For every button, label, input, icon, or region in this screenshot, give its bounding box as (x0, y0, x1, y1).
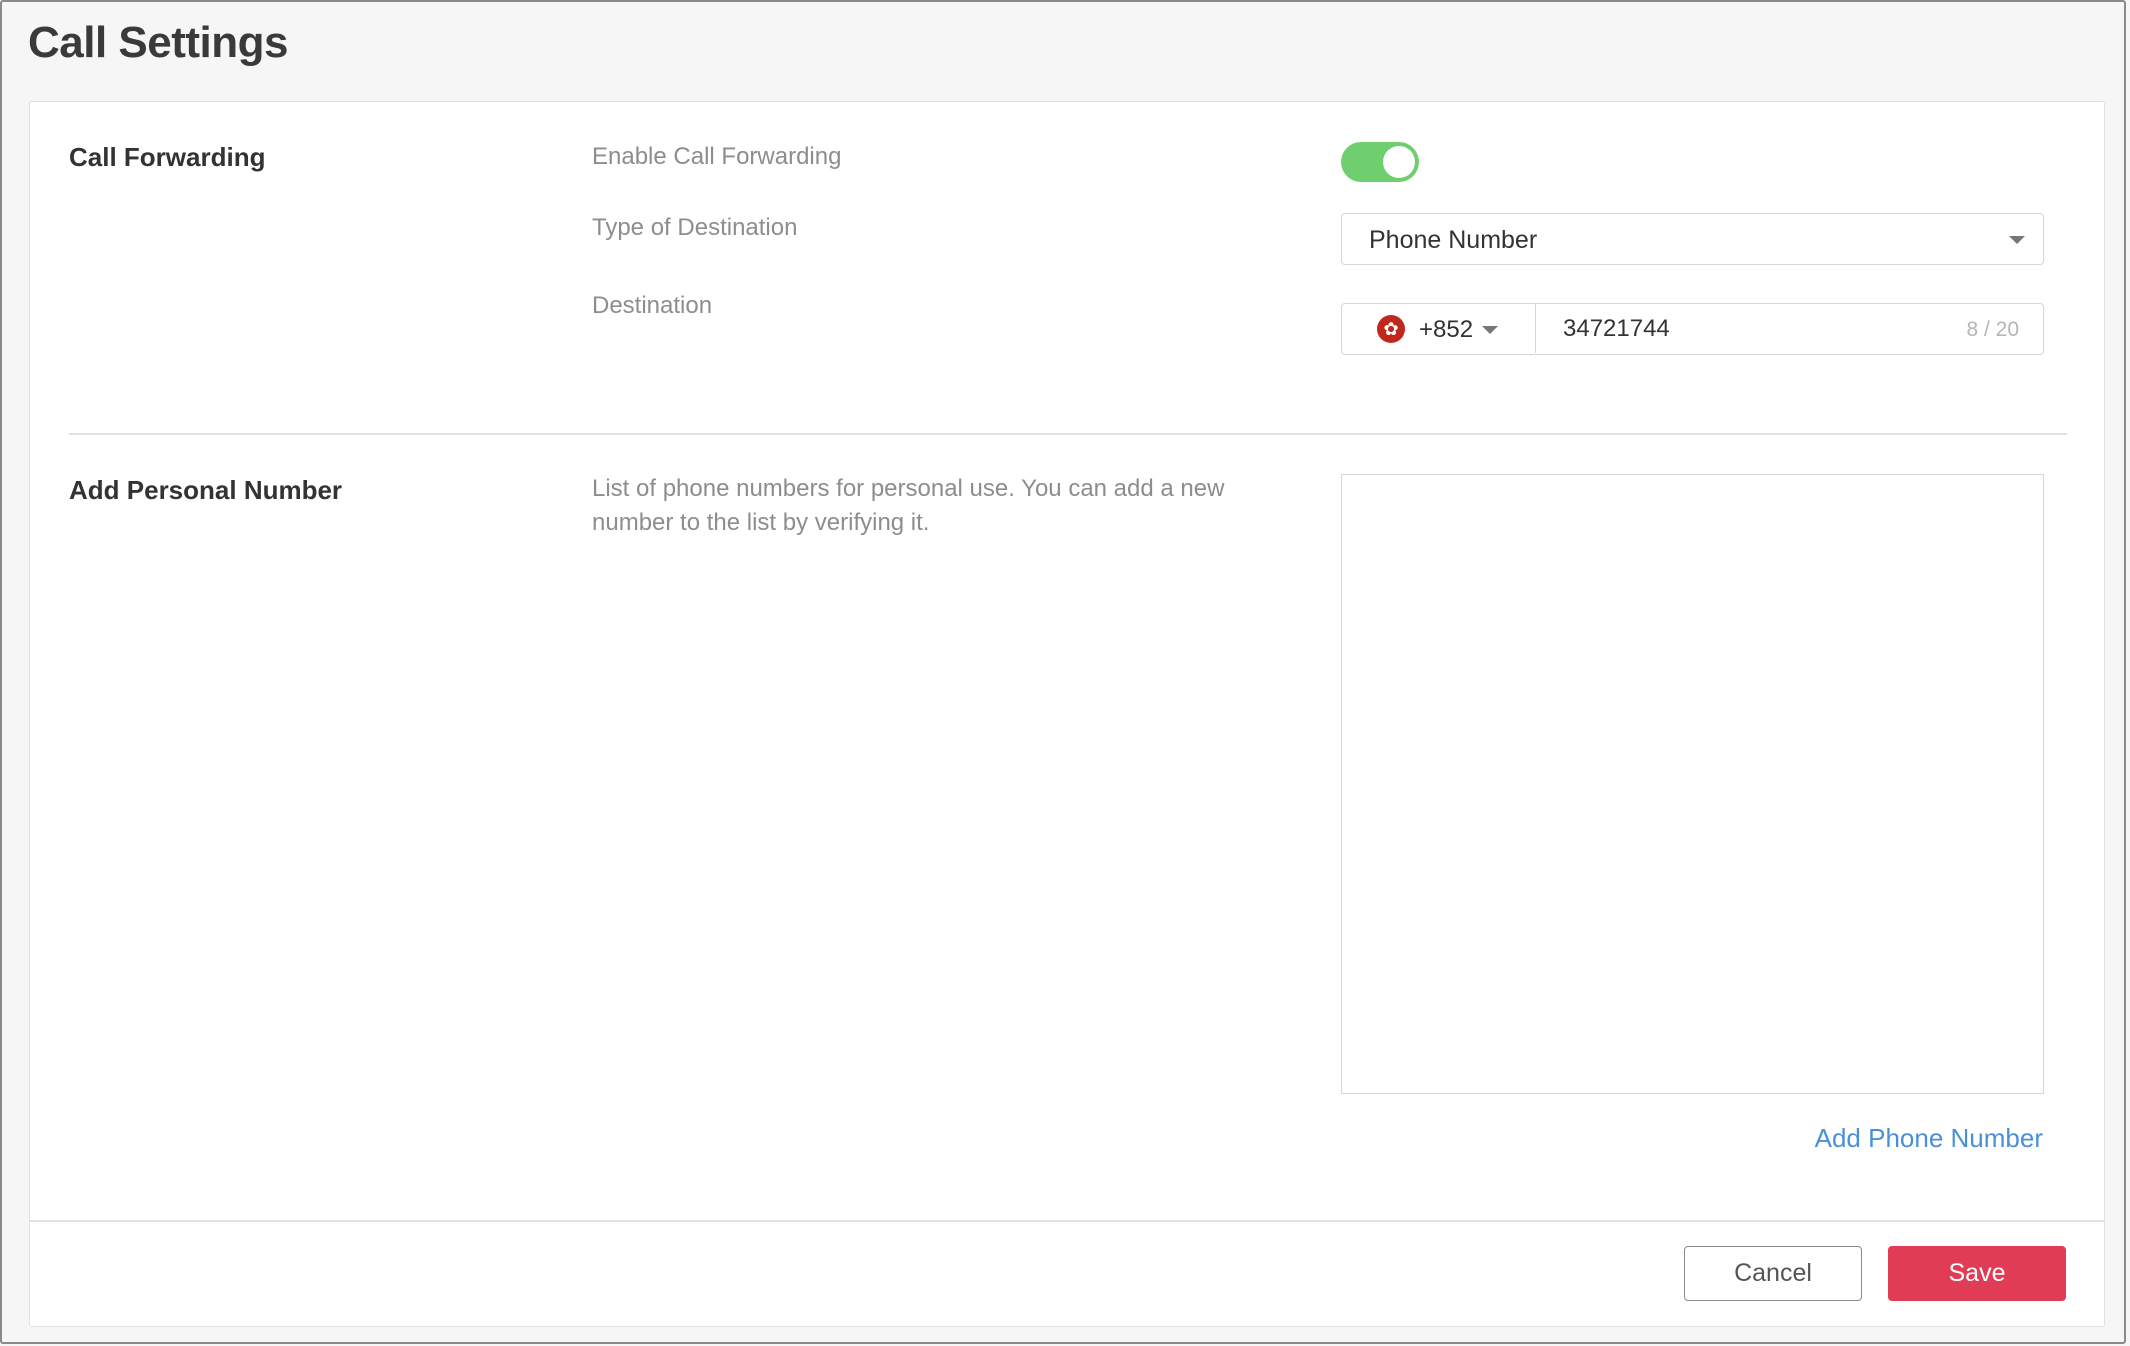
personal-number-description: List of phone numbers for personal use. … (592, 475, 1225, 536)
country-code-select[interactable]: ✿ +852 (1342, 304, 1536, 353)
settings-card: Call Forwarding Enable Call Forwarding T… (29, 101, 2105, 1327)
destination-type-select[interactable]: Phone Number (1341, 213, 2044, 265)
enable-call-forwarding-toggle[interactable] (1341, 142, 1419, 182)
settings-window: Call Settings Call Forwarding Enable Cal… (0, 0, 2126, 1344)
chevron-down-icon (2009, 236, 2025, 244)
call-forwarding-heading: Call Forwarding (69, 142, 266, 172)
destination-phone-input[interactable] (1537, 304, 1997, 353)
cancel-button[interactable]: Cancel (1684, 1246, 1862, 1301)
personal-number-list[interactable] (1341, 474, 2044, 1094)
add-phone-number-link[interactable]: Add Phone Number (1815, 1123, 2043, 1154)
section-divider (69, 433, 2067, 435)
destination-type-value: Phone Number (1369, 226, 1538, 254)
character-counter: 8 / 20 (1966, 318, 2019, 341)
country-dial-code: +852 (1419, 316, 1474, 343)
personal-number-heading: Add Personal Number (69, 475, 343, 505)
destination-label: Destination (592, 292, 713, 319)
footer-divider (30, 1220, 2104, 1222)
page-title: Call Settings (28, 18, 289, 67)
hong-kong-flag-icon: ✿ (1377, 315, 1405, 343)
destination-phone-field: ✿ +852 8 / 20 (1341, 303, 2044, 355)
chevron-down-icon (1482, 326, 1498, 334)
toggle-knob (1383, 146, 1415, 178)
destination-type-label: Type of Destination (592, 214, 798, 241)
save-button[interactable]: Save (1888, 1246, 2066, 1301)
enable-call-forwarding-label: Enable Call Forwarding (592, 143, 842, 170)
